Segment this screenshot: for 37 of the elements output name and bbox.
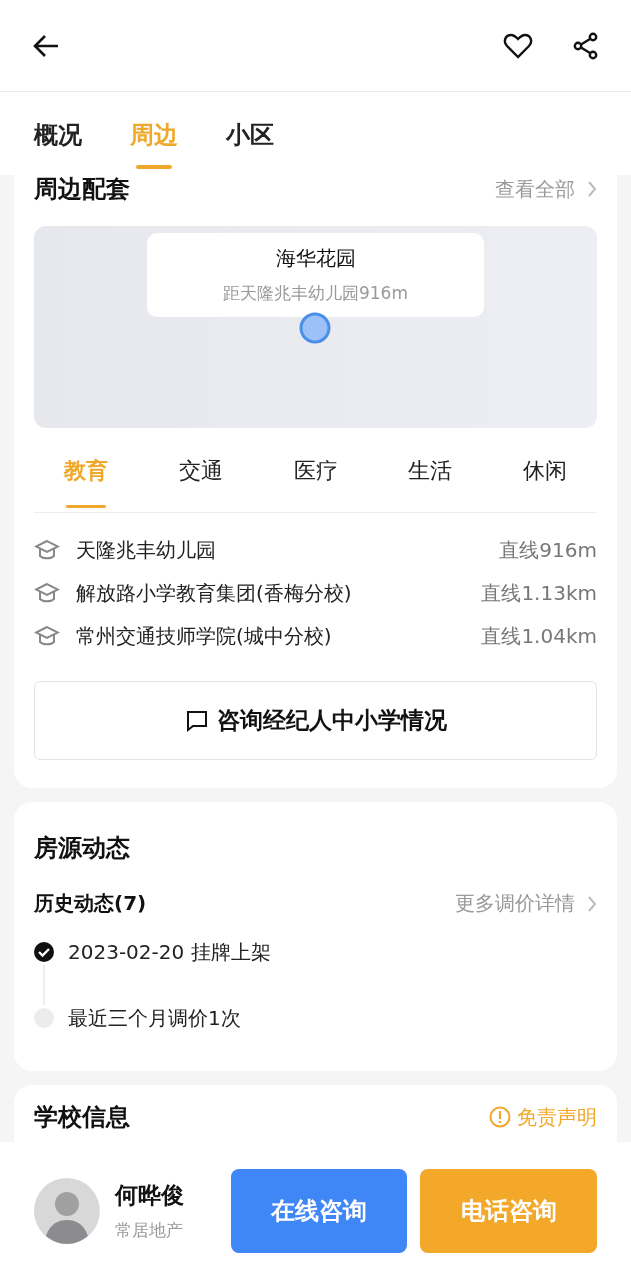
school-name: 天隆兆丰幼儿园 xyxy=(76,536,217,564)
agent-company: 常居地产 xyxy=(114,1219,184,1242)
school-name: 解放路小学教育集团(香梅分校) xyxy=(76,579,353,607)
chevron-icon xyxy=(587,894,597,913)
chat-bubble-icon xyxy=(184,708,209,733)
category-tab[interactable]: 医疗 xyxy=(293,436,338,508)
graduation-cap-icon xyxy=(34,581,60,605)
graduation-cap-icon xyxy=(34,624,60,648)
distance-text: 距天隆兆丰幼儿园916m xyxy=(223,282,408,305)
timeline-text: 最近三个月调价1次 xyxy=(68,1004,241,1032)
place-name: 海华花园 xyxy=(275,245,356,272)
tab[interactable]: 概况 xyxy=(34,100,82,169)
graduation-cap-icon xyxy=(34,538,60,562)
category-tab[interactable]: 交通 xyxy=(178,436,223,508)
section-title: 周边配套 xyxy=(34,175,130,205)
map[interactable]: 海华花园 距天隆兆丰幼儿园916m xyxy=(34,226,597,428)
section-title: 学校信息 xyxy=(34,1102,130,1133)
distance-text: 直线1.13km xyxy=(481,579,597,607)
location-pin-icon xyxy=(299,312,331,344)
category-tab[interactable]: 休闲 xyxy=(523,436,567,508)
share-icon[interactable] xyxy=(573,31,599,60)
agent-name: 何晔俊 xyxy=(114,1181,185,1210)
consult-button[interactable]: 咨询经纪人中小学情况 xyxy=(34,681,597,760)
tab[interactable]: 小区 xyxy=(226,100,274,169)
distance-text: 直线1.04km xyxy=(481,622,597,650)
timeline-text: 2023-02-20 挂牌上架 xyxy=(68,938,271,966)
avatar xyxy=(34,1178,100,1244)
heart-icon[interactable] xyxy=(503,32,533,59)
school-name: 常州交通技师学院(城中分校) xyxy=(76,622,333,650)
back-icon[interactable] xyxy=(32,33,60,58)
history-title: 历史动态(7) xyxy=(34,890,147,917)
section-title: 房源动态 xyxy=(34,833,131,864)
category-tab[interactable]: 生活 xyxy=(408,436,453,508)
info-icon xyxy=(489,1106,511,1128)
online-consult-button[interactable]: 在线咨询 xyxy=(230,1169,408,1253)
distance-text: 直线916m xyxy=(499,536,597,564)
chevron-icon xyxy=(587,180,597,198)
